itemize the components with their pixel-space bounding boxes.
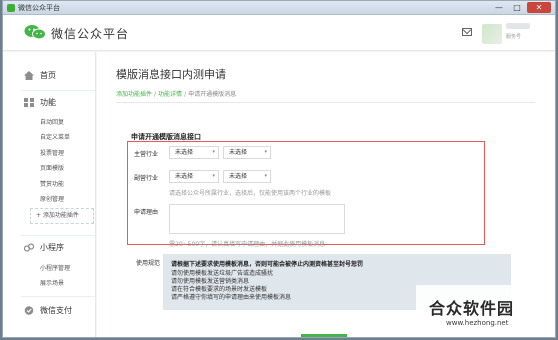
chevron-down-icon: ▾ (212, 149, 215, 155)
reason-label: 申请理由 (134, 209, 159, 216)
sidebar-item-mini-program-manage[interactable]: 小程序管理 (40, 263, 70, 272)
breadcrumb-link-feature-detail[interactable]: 功能详情 (158, 91, 182, 98)
sidebar-group-mini-program: 小程序 (3, 242, 96, 254)
industry-hint-text: 请选择公众号所属行业，选择后，仅能使用该两个行业的模板 (169, 190, 332, 197)
sidebar-item-wechat-pay[interactable]: 微信支付 (3, 305, 96, 317)
sidebar-wechat-pay-label: 微信支付 (40, 306, 72, 315)
account-info[interactable]: 服务号 (506, 23, 532, 40)
home-icon (24, 71, 34, 80)
site-watermark: 合众软件园 www.hezhong.net (416, 285, 555, 337)
wechat-logo-icon[interactable] (24, 24, 46, 40)
top-header: 微信公众平台 服务号 (3, 15, 555, 51)
sidebar-divider (21, 235, 95, 236)
mini-program-icon (24, 243, 34, 252)
wechat-pay-icon (24, 306, 34, 315)
title-divider (116, 102, 535, 103)
browser-window: 微信公众平台 — □ ✕ 微信公众平台 服务号 首页 功能 自动回复 自定义菜单… (2, 0, 556, 338)
sidebar-item-original-manage[interactable]: 原创管理 (40, 194, 64, 203)
usage-rules-warning: 请根据下述要求使用模板消息，否则可能会被停止内测资格甚至封号惩罚 (171, 261, 364, 268)
sidebar-divider (21, 90, 95, 91)
account-type: 服务号 (506, 34, 522, 40)
sidebar-item-custom-menu[interactable]: 自定义菜单 (40, 132, 70, 141)
secondary-industry-select-primary-value: 未选择 (175, 173, 194, 180)
reason-textarea[interactable] (169, 204, 345, 234)
secondary-industry-select-secondary-value: 未选择 (229, 173, 248, 180)
main-industry-select-secondary-value: 未选择 (229, 149, 248, 156)
account-avatar[interactable] (482, 24, 502, 44)
breadcrumb-link-add-plugin[interactable]: 添加功能插件 (116, 91, 152, 98)
features-icon (24, 98, 34, 107)
chevron-down-icon: ▾ (264, 173, 267, 179)
main-industry-label: 主营行业 (134, 151, 159, 158)
watermark-url: www.hezhong.net (446, 319, 509, 327)
breadcrumb-separator: / (154, 91, 157, 98)
usage-rule-item: 请勿使用模板发送垃圾广告或造成骚扰 (171, 270, 274, 277)
main-industry-select-primary[interactable]: 未选择 ▾ (169, 146, 219, 159)
breadcrumb-separator: / (184, 91, 187, 98)
breadcrumb: 添加功能插件 / 功能详情 / 申请开通模版消息 (116, 89, 236, 98)
sidebar-item-page-template[interactable]: 页面模版 (40, 163, 64, 172)
app-icon (7, 4, 15, 12)
sidebar-item-display-scenes[interactable]: 展示场景 (40, 278, 64, 287)
reason-hint-text: 需20~500字，请认真填写申请理由，并据此使用模板消息 (169, 241, 326, 248)
secondary-industry-label: 副营行业 (134, 175, 159, 182)
window-controls: — □ ✕ (491, 2, 551, 13)
sidebar-home-label: 首页 (40, 71, 56, 80)
main-industry-select-secondary[interactable]: 未选择 ▾ (223, 146, 271, 159)
chevron-down-icon: ▾ (212, 173, 215, 179)
sidebar-item-auto-reply[interactable]: 自动回复 (40, 117, 64, 126)
account-name-blurred (506, 23, 530, 29)
sidebar-group-features: 功能 (3, 97, 96, 109)
sidebar-mini-program-label: 小程序 (40, 243, 64, 252)
add-plugin-button[interactable]: + 添加功能插件 (30, 208, 94, 224)
window-title: 微信公众平台 (18, 4, 60, 12)
submit-button-edge[interactable] (301, 334, 347, 337)
secondary-industry-select-secondary[interactable]: 未选择 ▾ (223, 170, 271, 183)
maximize-button[interactable]: □ (509, 2, 525, 13)
sidebar-item-vote-manage[interactable]: 投票管理 (40, 148, 64, 157)
page-title: 模版消息接口内测申请 (116, 68, 226, 81)
watermark-title: 合众软件园 (429, 299, 515, 318)
window-titlebar: 微信公众平台 — □ ✕ (3, 1, 555, 15)
sidebar-divider (21, 296, 95, 297)
close-button[interactable]: ✕ (527, 2, 551, 13)
sidebar-features-label: 功能 (40, 98, 56, 107)
sidebar: 首页 功能 自动回复 自定义菜单 投票管理 页面模版 赞赏功能 原创管理 + 添… (3, 52, 96, 337)
chevron-down-icon: ▾ (264, 149, 267, 155)
sidebar-item-home[interactable]: 首页 (3, 70, 96, 82)
breadcrumb-current: 申请开通模版消息 (188, 91, 237, 98)
usage-rules-label: 使用规范 (136, 260, 161, 267)
secondary-industry-select-primary[interactable]: 未选择 ▾ (169, 170, 219, 183)
minimize-button[interactable]: — (491, 2, 507, 13)
platform-title[interactable]: 微信公众平台 (51, 25, 129, 42)
sidebar-item-reward[interactable]: 赞赏功能 (40, 179, 64, 188)
mail-icon[interactable] (462, 28, 472, 36)
main-industry-select-primary-value: 未选择 (175, 149, 194, 156)
